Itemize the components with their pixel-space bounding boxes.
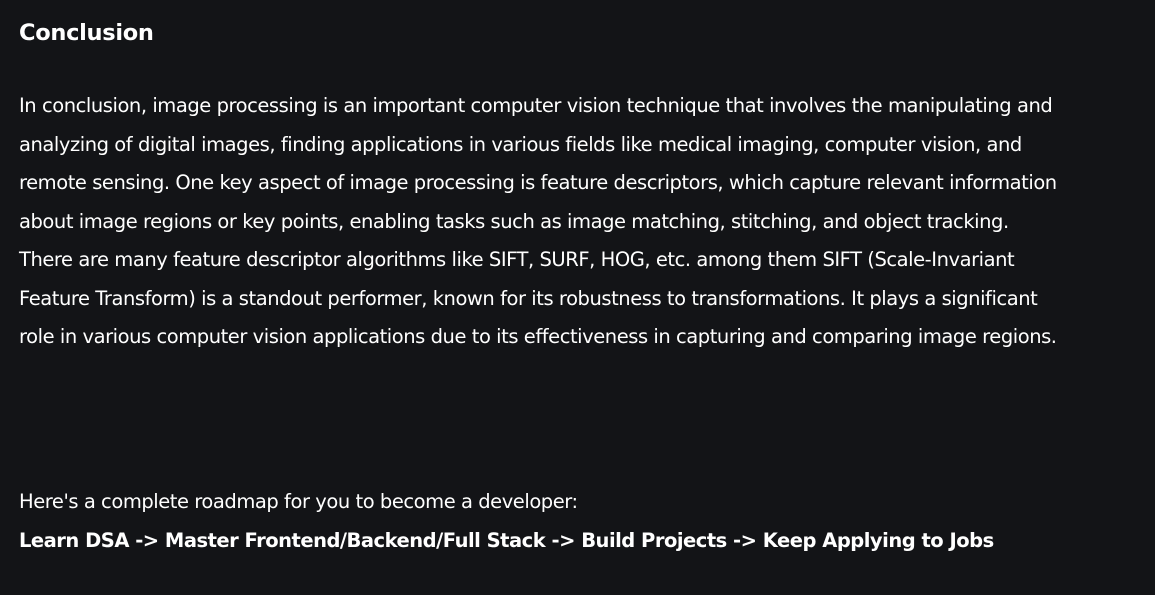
conclusion-heading: Conclusion xyxy=(19,20,154,46)
article-content: Conclusion In conclusion, image processi… xyxy=(0,0,1155,595)
conclusion-paragraph: In conclusion, image processing is an im… xyxy=(19,94,1057,348)
roadmap-intro-text: Here's a complete roadmap for you to bec… xyxy=(19,490,578,513)
roadmap-path-text: Learn DSA -> Master Frontend/Backend/Ful… xyxy=(19,529,994,552)
